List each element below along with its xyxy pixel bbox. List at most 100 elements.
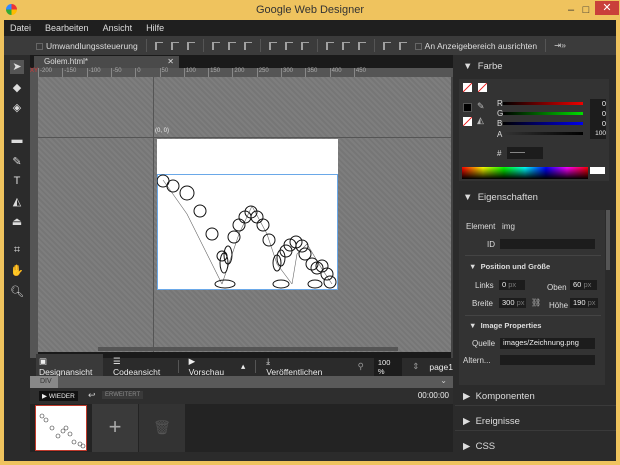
menu-bearbeiten[interactable]: Bearbeiten (45, 20, 89, 36)
fill-none-swatch[interactable] (463, 83, 472, 92)
preview-menu-icon[interactable]: ▴ (241, 361, 245, 372)
id-input[interactable] (500, 239, 595, 249)
close-tab-icon[interactable]: ✕ (167, 56, 174, 68)
source-input[interactable]: images/Zeichnung.png (500, 338, 595, 349)
selection-tool-icon[interactable]: ➤ (10, 60, 24, 74)
image-properties-header[interactable]: ▼ Image Properties (469, 321, 541, 330)
horizontal-scrollbar[interactable] (98, 347, 398, 351)
delete-page-icon[interactable]: 🗑︎ (139, 404, 185, 452)
overflow-icon[interactable]: ⇥» (554, 40, 566, 51)
transform-control-checkbox[interactable]: Umwandlungssteuerung (36, 41, 138, 51)
stroke-color-swatch[interactable] (463, 103, 472, 112)
fill-color-swatch[interactable] (463, 117, 472, 126)
ruler-tick-label: 50 (159, 68, 168, 77)
breadcrumb-div[interactable]: DIV (30, 376, 58, 388)
horizontal-ruler[interactable]: XY -200 -150 -100 -50 0 50 100 150 200 250 300 350 4… (30, 68, 453, 77)
distribute-bottom-icon[interactable] (300, 41, 309, 50)
replay-button[interactable]: ▶ WIEDER (39, 391, 78, 401)
height-input[interactable]: 190 (573, 298, 586, 307)
element-value: img (502, 222, 515, 231)
distribute-center-icon[interactable] (341, 41, 350, 50)
align-to-stage-checkbox[interactable]: An Anzeigebereich ausrichten (414, 41, 537, 51)
ruler-tick-label: -50 (110, 68, 122, 77)
align-middle-icon[interactable] (170, 41, 179, 50)
document-tab[interactable]: Golem.html* ✕ (34, 56, 179, 68)
color-section-header[interactable]: ▼ Farbe (455, 58, 616, 76)
menu-ansicht[interactable]: Ansicht (103, 20, 133, 36)
paint-bucket-icon: ◭ (477, 115, 484, 125)
code-view-button[interactable]: ☰ Codeansicht (113, 356, 168, 377)
left-input[interactable]: 0 (502, 280, 506, 289)
camera-tool-icon[interactable]: ⌗ (10, 243, 24, 257)
zoom-input[interactable]: 100 % (373, 357, 403, 376)
3d-rotation-tool-icon[interactable]: ◆ (10, 81, 24, 95)
page-thumbnail[interactable] (35, 405, 87, 451)
green-value[interactable]: 0 (590, 109, 606, 119)
distribute-top-icon[interactable] (268, 41, 277, 50)
transform-control-label: Umwandlungssteuerung (46, 40, 138, 51)
vertical-ruler[interactable] (30, 77, 38, 358)
stroke-tool-icon[interactable]: ⏏ (10, 215, 24, 229)
blue-slider[interactable] (503, 122, 583, 125)
add-page-button[interactable]: + (92, 404, 138, 452)
align-bottom-icon[interactable] (186, 41, 195, 50)
distribute-right-icon[interactable] (357, 41, 366, 50)
minimize-button[interactable]: – (565, 0, 577, 20)
vertical-scrollbar[interactable] (451, 77, 453, 358)
maximize-button[interactable]: □ (580, 0, 592, 20)
hex-input[interactable]: —— (507, 147, 543, 159)
spacing-vertical-icon[interactable] (398, 41, 407, 50)
ruler-tick-label: 150 (208, 68, 220, 77)
menu-hilfe[interactable]: Hilfe (146, 20, 164, 36)
components-section-header[interactable]: ▶ Komponenten (455, 388, 616, 406)
link-aspect-icon[interactable]: ⛓ (531, 298, 541, 307)
page-stepper-icon[interactable]: ⇕ (412, 361, 419, 372)
selected-image[interactable] (157, 174, 338, 290)
align-left-icon[interactable] (211, 41, 220, 50)
properties-section-header[interactable]: ▼ Eigenschaften (455, 189, 616, 207)
align-right-icon[interactable] (243, 41, 252, 50)
red-slider[interactable] (503, 102, 583, 105)
menu-bar: Datei Bearbeiten Ansicht Hilfe (4, 20, 616, 36)
pen-tool-icon[interactable]: ✎ (10, 155, 24, 169)
fill-tool-icon[interactable]: ◭ (10, 195, 24, 209)
distribute-middle-icon[interactable] (284, 41, 293, 50)
preview-button[interactable]: ▶ Vorschau (189, 356, 231, 377)
advanced-button[interactable]: ERWEITERT (102, 391, 144, 399)
text-tool-icon[interactable]: T (10, 174, 24, 188)
alt-input[interactable] (500, 355, 595, 365)
zoom-tool-icon[interactable]: 🔍︎ (10, 285, 24, 299)
stroke-none-swatch[interactable] (478, 83, 487, 92)
properties-scrollbar[interactable] (606, 210, 610, 270)
css-section-header[interactable]: ▶ CSS (455, 438, 616, 456)
color-spectrum[interactable] (462, 167, 588, 179)
width-input[interactable]: 300 (502, 298, 515, 307)
workspace[interactable]: (0, 0) (38, 77, 451, 352)
hand-tool-icon[interactable]: ✋ (10, 264, 24, 278)
publish-button[interactable]: ⤓ Veröffentlichen (266, 356, 325, 377)
position-size-header[interactable]: ▼ Position und Größe (469, 262, 550, 271)
alpha-value[interactable]: 100 (590, 129, 606, 139)
events-title: Ereignisse (475, 416, 520, 427)
stage-page[interactable] (157, 139, 338, 290)
events-section-header[interactable]: ▶ Ereignisse (455, 413, 616, 431)
undo-icon[interactable]: ↩ (88, 390, 96, 401)
distribute-left-icon[interactable] (325, 41, 334, 50)
page-selector[interactable]: page1 (429, 362, 453, 372)
blue-value[interactable]: 0 (590, 119, 606, 129)
green-slider[interactable] (503, 112, 583, 115)
3d-translation-tool-icon[interactable]: ◈ (10, 101, 24, 115)
ruler-tick-label: -150 (62, 68, 76, 77)
close-button[interactable]: ✕ (595, 1, 619, 15)
height-label: Höhe (549, 301, 569, 310)
top-input[interactable]: 60 (573, 280, 581, 289)
tag-tool-icon[interactable]: ▬ (10, 133, 24, 147)
ruler-tick-label: 200 (232, 68, 244, 77)
red-value[interactable]: 0 (590, 99, 606, 109)
menu-datei[interactable]: Datei (10, 20, 31, 36)
spacing-horizontal-icon[interactable] (382, 41, 391, 50)
collapse-timeline-icon[interactable]: ⌄ (440, 376, 447, 385)
alpha-slider[interactable] (503, 132, 583, 135)
align-center-icon[interactable] (227, 41, 236, 50)
align-top-icon[interactable] (154, 41, 163, 50)
